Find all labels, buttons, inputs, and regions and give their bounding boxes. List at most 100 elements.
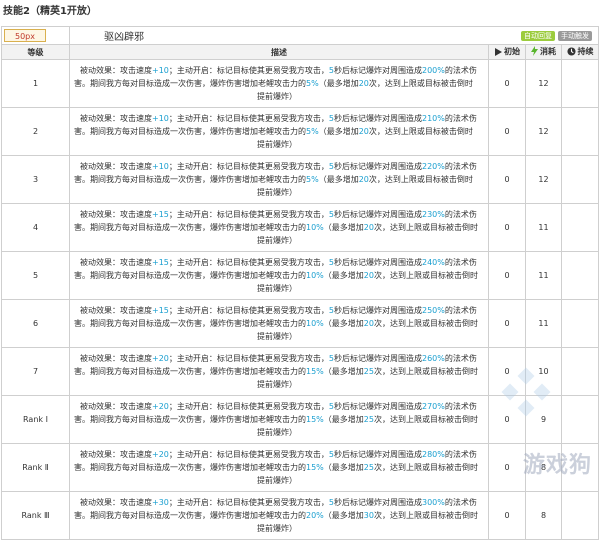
skill-icon: 50px bbox=[4, 29, 46, 42]
desc-text: ；主动开启：标记目标使其更易受我方攻击， bbox=[168, 402, 329, 411]
desc-text: 次，达到上限或目标被击倒时 bbox=[373, 271, 478, 280]
desc-line-3: 提前爆炸） bbox=[257, 140, 297, 149]
desc-text: 秒后标记爆炸对周围造成 bbox=[333, 210, 422, 219]
passive-label: 被动效果：攻击速度 bbox=[80, 306, 152, 315]
col-cost-label: 消耗 bbox=[540, 46, 556, 56]
desc-text: 的法术伤 bbox=[444, 402, 477, 411]
max-stack-value: 20 bbox=[358, 127, 369, 136]
desc-line-2: 害。期间我方每对目标造成一次伤害，爆炸伤害增加老鲤攻击力的20%（最多增加30次… bbox=[74, 509, 480, 522]
desc-line-1: 被动效果：攻击速度+10；主动开启：标记目标使其更易受我方攻击，5秒后标记爆炸对… bbox=[74, 160, 480, 173]
desc-line-1: 被动效果：攻击速度+20；主动开启：标记目标使其更易受我方攻击，5秒后标记爆炸对… bbox=[74, 448, 480, 461]
desc-line-3: 提前爆炸） bbox=[257, 236, 297, 245]
level-cell: 3 bbox=[1, 155, 70, 204]
desc-text: 害。期间我方每对目标造成一次伤害，爆炸伤害增加老鲤攻击力的 bbox=[74, 463, 306, 472]
increase-value: 5% bbox=[306, 175, 319, 184]
increase-value: 10% bbox=[306, 319, 324, 328]
description-cell: 被动效果：攻击速度+20；主动开启：标记目标使其更易受我方攻击，5秒后标记爆炸对… bbox=[69, 347, 489, 396]
desc-text: ；主动开启：标记目标使其更易受我方攻击， bbox=[168, 306, 329, 315]
damage-value: 300% bbox=[421, 498, 445, 507]
description-cell: 被动效果：攻击速度+15；主动开启：标记目标使其更易受我方攻击，5秒后标记爆炸对… bbox=[69, 299, 489, 348]
col-initial-label: 初始 bbox=[504, 47, 520, 57]
level-cell: 6 bbox=[1, 299, 70, 348]
damage-value: 230% bbox=[421, 210, 445, 219]
desc-text: 次，达到上限或目标被击倒时 bbox=[373, 511, 478, 520]
desc-text: （最多增加 bbox=[323, 367, 364, 376]
desc-line-1: 被动效果：攻击速度+10；主动开启：标记目标使其更易受我方攻击，5秒后标记爆炸对… bbox=[74, 112, 480, 125]
col-description: 描述 bbox=[69, 44, 489, 60]
duration-cell bbox=[561, 299, 599, 348]
initial-cell: 0 bbox=[488, 491, 526, 540]
desc-line-2: 害。期间我方每对目标造成一次伤害，爆炸伤害增加老鲤攻击力的15%（最多增加25次… bbox=[74, 365, 480, 378]
desc-text: 害。期间我方每对目标造成一次伤害，爆炸伤害增加老鲤攻击力的 bbox=[74, 127, 306, 136]
col-duration: 持续 bbox=[561, 44, 599, 60]
passive-label: 被动效果：攻击速度 bbox=[80, 258, 152, 267]
desc-text: 秒后标记爆炸对周围造成 bbox=[333, 498, 422, 507]
desc-text: ；主动开启：标记目标使其更易受我方攻击， bbox=[168, 258, 329, 267]
desc-text: 秒后标记爆炸对周围造成 bbox=[333, 66, 422, 75]
desc-text: 秒后标记爆炸对周围造成 bbox=[333, 354, 422, 363]
desc-text: 害。期间我方每对目标造成一次伤害，爆炸伤害增加老鲤攻击力的 bbox=[74, 271, 306, 280]
duration-cell bbox=[561, 395, 599, 444]
desc-text: 害。期间我方每对目标造成一次伤害，爆炸伤害增加老鲤攻击力的 bbox=[74, 79, 306, 88]
desc-text: 次，达到上限或目标被击倒时 bbox=[373, 367, 478, 376]
passive-label: 被动效果：攻击速度 bbox=[80, 66, 152, 75]
description-cell: 被动效果：攻击速度+10；主动开启：标记目标使其更易受我方攻击，5秒后标记爆炸对… bbox=[69, 107, 489, 156]
desc-text: 的法术伤 bbox=[444, 354, 477, 363]
desc-line-1: 被动效果：攻击速度+15；主动开启：标记目标使其更易受我方攻击，5秒后标记爆炸对… bbox=[74, 304, 480, 317]
attack-speed-value: +20 bbox=[152, 402, 169, 411]
desc-text: （最多增加 bbox=[318, 79, 359, 88]
damage-value: 270% bbox=[421, 402, 445, 411]
initial-cell: 0 bbox=[488, 443, 526, 492]
table-row: 5 被动效果：攻击速度+15；主动开启：标记目标使其更易受我方攻击，5秒后标记爆炸… bbox=[1, 251, 599, 300]
desc-text: 害。期间我方每对目标造成一次伤害，爆炸伤害增加老鲤攻击力的 bbox=[74, 175, 306, 184]
desc-text: 次，达到上限或目标被击倒时 bbox=[373, 319, 478, 328]
initial-cell: 0 bbox=[488, 107, 526, 156]
initial-cell: 0 bbox=[488, 59, 526, 108]
desc-text: （最多增加 bbox=[323, 223, 364, 232]
desc-text: 次，达到上限或目标被击倒时 bbox=[368, 79, 473, 88]
attack-speed-value: +15 bbox=[152, 210, 169, 219]
duration-cell bbox=[561, 203, 599, 252]
desc-line-2: 害。期间我方每对目标造成一次伤害，爆炸伤害增加老鲤攻击力的5%（最多增加20次，… bbox=[74, 125, 480, 138]
desc-text: （最多增加 bbox=[318, 175, 359, 184]
desc-text: 秒后标记爆炸对周围造成 bbox=[333, 258, 422, 267]
table-row: 6 被动效果：攻击速度+15；主动开启：标记目标使其更易受我方攻击，5秒后标记爆炸… bbox=[1, 299, 599, 348]
desc-text: 的法术伤 bbox=[444, 114, 477, 123]
desc-line-2: 害。期间我方每对目标造成一次伤害，爆炸伤害增加老鲤攻击力的15%（最多增加25次… bbox=[74, 461, 480, 474]
damage-value: 220% bbox=[421, 162, 445, 171]
skill-tags: 自动回复 手动触发 bbox=[518, 30, 598, 41]
table-row: 2 被动效果：攻击速度+10；主动开启：标记目标使其更易受我方攻击，5秒后标记爆炸… bbox=[1, 107, 599, 156]
col-level: 等级 bbox=[1, 44, 70, 60]
cost-cell: 11 bbox=[525, 299, 562, 348]
passive-label: 被动效果：攻击速度 bbox=[80, 498, 152, 507]
skill-name: 驱凶辟邪 bbox=[104, 32, 144, 43]
desc-text: 的法术伤 bbox=[444, 162, 477, 171]
damage-value: 250% bbox=[421, 306, 445, 315]
table-row: 4 被动效果：攻击速度+15；主动开启：标记目标使其更易受我方攻击，5秒后标记爆炸… bbox=[1, 203, 599, 252]
passive-label: 被动效果：攻击速度 bbox=[80, 162, 152, 171]
max-stack-value: 25 bbox=[363, 415, 374, 424]
desc-line-2: 害。期间我方每对目标造成一次伤害，爆炸伤害增加老鲤攻击力的5%（最多增加20次，… bbox=[74, 173, 480, 186]
desc-line-2: 害。期间我方每对目标造成一次伤害，爆炸伤害增加老鲤攻击力的10%（最多增加20次… bbox=[74, 269, 480, 282]
desc-text: 害。期间我方每对目标造成一次伤害，爆炸伤害增加老鲤攻击力的 bbox=[74, 319, 306, 328]
table-row: Rank Ⅲ 被动效果：攻击速度+30；主动开启：标记目标使其更易受我方攻击，5秒… bbox=[1, 491, 599, 540]
desc-line-3: 提前爆炸） bbox=[257, 380, 297, 389]
max-stack-value: 20 bbox=[358, 175, 369, 184]
damage-value: 240% bbox=[421, 258, 445, 267]
increase-value: 15% bbox=[306, 367, 324, 376]
attack-speed-value: +10 bbox=[152, 66, 169, 75]
desc-line-1: 被动效果：攻击速度+15；主动开启：标记目标使其更易受我方攻击，5秒后标记爆炸对… bbox=[74, 208, 480, 221]
skill-table: 50px 驱凶辟邪 自动回复 手动触发 等级 描述 初始 消耗 持续 1 被动效… bbox=[1, 26, 599, 540]
desc-text: 次，达到上限或目标被击倒时 bbox=[373, 415, 478, 424]
attack-speed-value: +15 bbox=[152, 258, 169, 267]
initial-cell: 0 bbox=[488, 155, 526, 204]
desc-text: 秒后标记爆炸对周围造成 bbox=[333, 402, 422, 411]
duration-cell bbox=[561, 251, 599, 300]
max-stack-value: 30 bbox=[363, 511, 374, 520]
desc-text: （最多增加 bbox=[323, 271, 364, 280]
increase-value: 5% bbox=[306, 127, 319, 136]
max-stack-value: 25 bbox=[363, 367, 374, 376]
description-cell: 被动效果：攻击速度+20；主动开启：标记目标使其更易受我方攻击，5秒后标记爆炸对… bbox=[69, 395, 489, 444]
level-cell: 1 bbox=[1, 59, 70, 108]
attack-speed-value: +15 bbox=[152, 306, 169, 315]
